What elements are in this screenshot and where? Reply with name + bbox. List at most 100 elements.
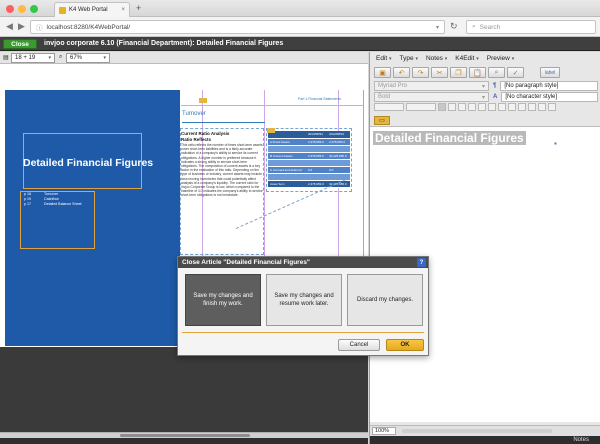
close-article-button[interactable]: Close (3, 39, 37, 49)
copy-icon[interactable]: ❐ (450, 67, 467, 78)
financial-table: 2013/08/31 2012/08/31 A Fixed Assets 2,378,… (268, 131, 350, 188)
italic-icon[interactable] (488, 103, 496, 111)
k4-favicon-icon (59, 6, 66, 14)
spread-select[interactable]: 18 + 19 ▾ (11, 53, 55, 63)
paragraph-style-select[interactable]: [No paragraph style] (500, 81, 598, 91)
table-cell (327, 159, 350, 167)
forward-arrow-icon[interactable]: ▶ (18, 21, 25, 32)
article-marker-icon[interactable] (199, 98, 207, 103)
address-bar: ◀ ▶ ⓘ localhost:8280/K4WebPortal/ ▾ ↻ ⌕ … (0, 17, 600, 37)
undo-icon[interactable]: ↶ (393, 67, 410, 78)
tab-title: K4 Web Portal (69, 7, 108, 13)
redo-icon[interactable]: ↷ (412, 67, 429, 78)
new-tab-icon[interactable]: + (136, 3, 141, 13)
align-left-icon[interactable] (438, 103, 446, 111)
paragraph-style-icon: ¶ (493, 83, 497, 89)
font-family-select[interactable]: Myriad Pro ▾ (374, 81, 489, 91)
dialog-title: Close Article "Detailed Financial Figure… (178, 257, 428, 268)
toc-line: p 17 Detailed Balance Sheet (24, 202, 82, 206)
back-arrow-icon[interactable]: ◀ (6, 21, 13, 32)
zoom-select[interactable]: 67% ▾ (66, 53, 110, 63)
character-style-select[interactable]: [No character style] (501, 92, 598, 102)
editor-zoom-field[interactable]: 100% (372, 427, 396, 435)
superscript-icon[interactable] (518, 103, 526, 111)
scrollbar-thumb[interactable] (120, 434, 250, 437)
help-icon[interactable]: ? (417, 258, 426, 267)
menu-edit[interactable]: Edit ▾ (376, 55, 392, 62)
menu-preview[interactable]: Preview ▾ (487, 55, 514, 62)
tag-icon[interactable]: ▭ (374, 116, 390, 125)
editor-scrollbar[interactable] (402, 429, 552, 433)
table-marker-icon[interactable] (267, 128, 275, 133)
pasteboard (0, 347, 368, 432)
table-cell (305, 145, 328, 153)
table-row (268, 159, 350, 167)
character-style-icon: A (493, 94, 498, 100)
table-row: B Current Assets 2,378,683.0 32,425,686.0 (268, 152, 350, 160)
save-icon[interactable]: ▣ (374, 67, 391, 78)
save-and-finish-option[interactable]: Save my changes and finish my work. (185, 274, 261, 326)
format-buttons (374, 103, 598, 113)
window-close-dot[interactable] (6, 5, 14, 13)
article-body: This ratio reflects the number of times … (181, 143, 263, 198)
align-right-icon[interactable] (458, 103, 466, 111)
label-button[interactable]: label (540, 67, 560, 78)
toc-line: p 19 Cashflow (24, 197, 59, 201)
cut-icon[interactable]: ✂ (431, 67, 448, 78)
underline-icon[interactable] (498, 103, 506, 111)
spellcheck-icon[interactable]: ✓ (507, 67, 524, 78)
tab-close-icon[interactable]: × (121, 7, 125, 13)
table-row (268, 173, 350, 181)
save-and-resume-option[interactable]: Save my changes and resume work later. (266, 274, 342, 326)
table-cell: 2013/08/31 (305, 131, 328, 139)
layout-statusbar (0, 438, 368, 444)
discard-changes-option[interactable]: Discard my changes. (347, 274, 423, 326)
table-cell: 0.0 (305, 166, 328, 174)
bold-icon[interactable] (478, 103, 486, 111)
search-input[interactable]: ⌕ Search (466, 20, 596, 34)
reload-icon[interactable]: ↻ (450, 21, 458, 32)
subscript-icon[interactable] (528, 103, 536, 111)
ok-button[interactable]: OK (386, 339, 424, 351)
menu-type[interactable]: Type ▾ (400, 55, 418, 62)
margin-guide (181, 105, 363, 106)
url-dropdown-icon[interactable]: ▾ (436, 24, 439, 31)
menu-k4edit[interactable]: K4Edit ▾ (455, 55, 478, 62)
app-header: Close invjoo corporate 6.10 (Financial D… (0, 37, 600, 51)
table-cell: A Fixed Assets (268, 138, 306, 146)
table-cell: 32,425,686.0 (327, 152, 350, 160)
text-caret: ▪ (554, 139, 557, 148)
font-family-row: Myriad Pro ▾ ¶ [No paragraph style] (374, 81, 598, 91)
table-cell: 0.0 (327, 166, 350, 174)
menu-notes[interactable]: Notes ▾ (426, 55, 447, 62)
window-minimize-dot[interactable] (18, 5, 26, 13)
find-icon[interactable]: ⌕ (488, 67, 505, 78)
cancel-button[interactable]: Cancel (338, 339, 380, 351)
table-cell: B Current Assets (268, 152, 306, 160)
table-cell: 2,378,683.0 (305, 180, 328, 188)
article-subhead: Current Ratio Analysis Ratio Reflects (181, 131, 230, 142)
font-style-select[interactable]: Bold ▾ (374, 92, 489, 102)
browser-tab[interactable]: K4 Web Portal × (54, 2, 130, 17)
table-cell (327, 173, 350, 181)
table-cell: 2,378,683.0 (305, 152, 328, 160)
pages-icon: ▤ (3, 55, 9, 61)
table-row: C Accrued and deferred 0.0 0.0 (268, 166, 350, 174)
smallcaps-icon[interactable] (548, 103, 556, 111)
search-placeholder: Search (479, 23, 501, 31)
url-input[interactable]: ⓘ localhost:8280/K4WebPortal/ ▾ (30, 20, 445, 34)
paste-icon[interactable]: 📋 (469, 67, 486, 78)
window-zoom-dot[interactable] (30, 5, 38, 13)
table-cell (268, 159, 306, 167)
justify-icon[interactable] (468, 103, 476, 111)
table-cell (305, 159, 328, 167)
dialog-divider (182, 332, 424, 333)
align-center-icon[interactable] (448, 103, 456, 111)
allcaps-icon[interactable] (538, 103, 546, 111)
notes-bar[interactable]: Notes (370, 436, 600, 444)
format-size-field[interactable] (374, 103, 404, 111)
editor-headline[interactable]: Detailed Financial Figures (373, 131, 526, 145)
format-leading-field[interactable] (406, 103, 436, 111)
strikethrough-icon[interactable] (508, 103, 516, 111)
table-cell: Asset Sum (268, 180, 306, 188)
